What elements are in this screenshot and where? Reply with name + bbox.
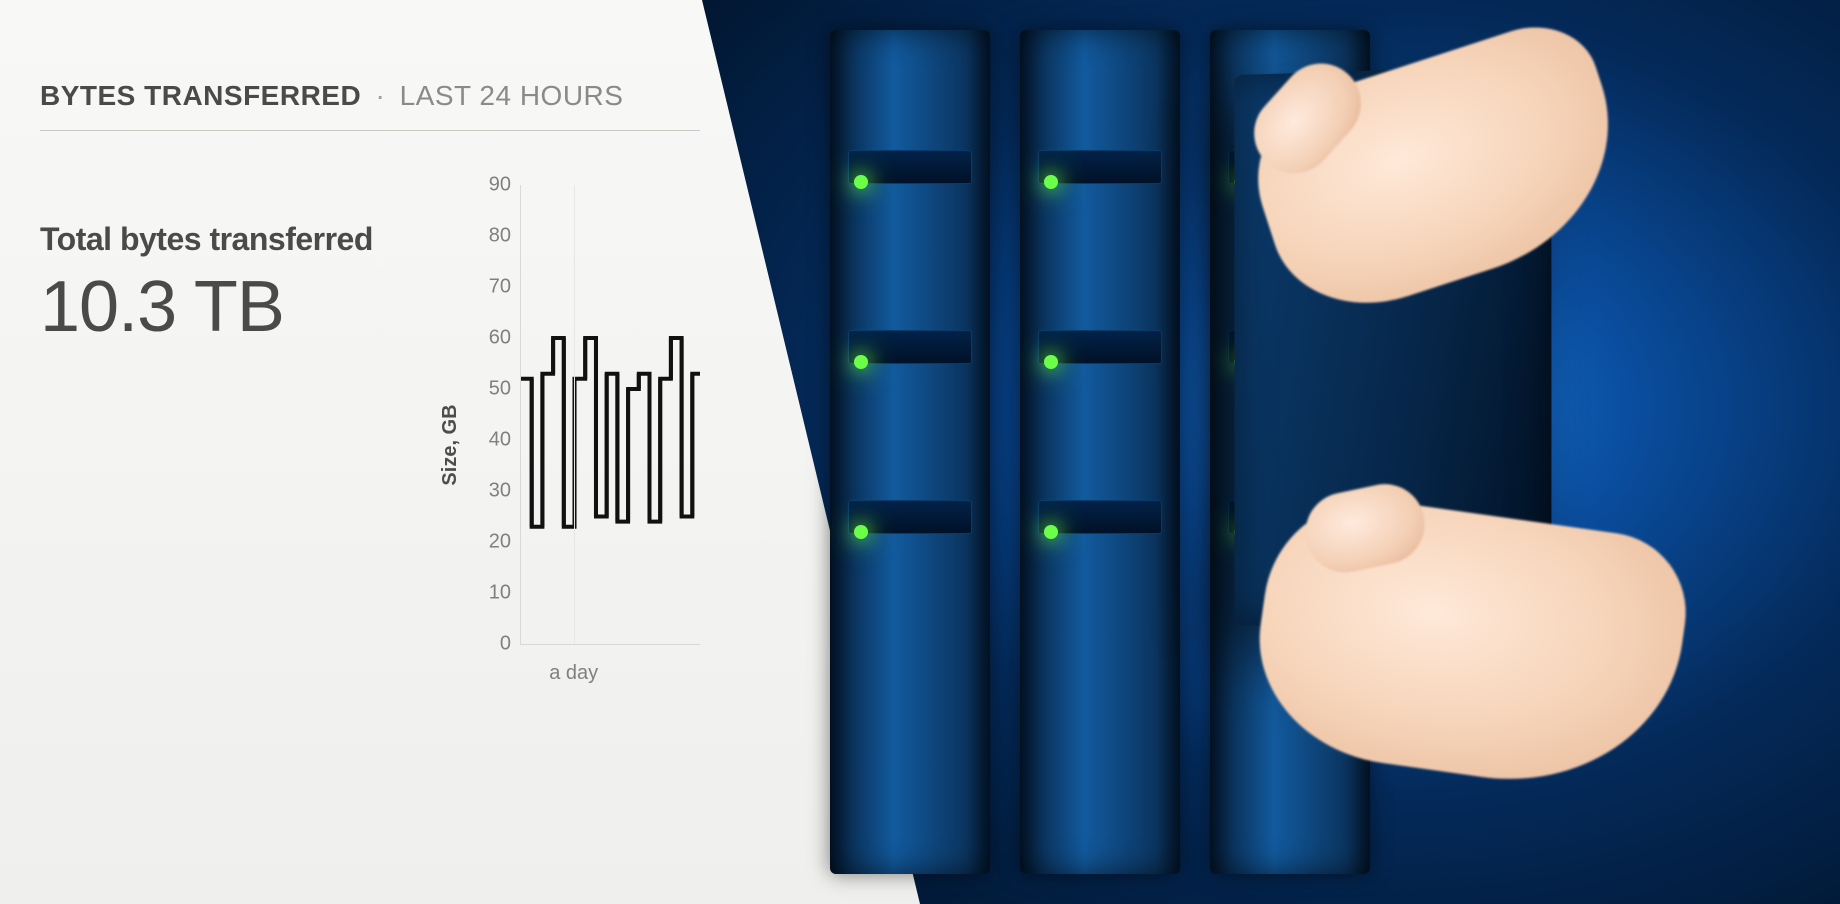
server-blade [1020,30,1180,874]
y-tick: 0 [500,633,521,656]
y-tick: 50 [489,378,521,401]
y-tick: 40 [489,429,521,452]
y-tick: 90 [489,174,521,197]
y-tick: 10 [489,582,521,605]
x-tick: a day [549,644,598,685]
server-blade [830,30,990,874]
y-tick: 60 [489,327,521,350]
header-range: LAST 24 HOURS [400,80,624,111]
y-tick: 80 [489,225,521,248]
y-tick: 70 [489,276,521,299]
grid-line [574,185,575,644]
y-tick: 30 [489,480,521,503]
header-title: BYTES TRANSFERRED [40,80,361,111]
y-axis-label: Size, GB [439,404,462,485]
header-separator: · [375,80,385,111]
server-photo [700,0,1840,904]
y-tick: 20 [489,531,521,554]
